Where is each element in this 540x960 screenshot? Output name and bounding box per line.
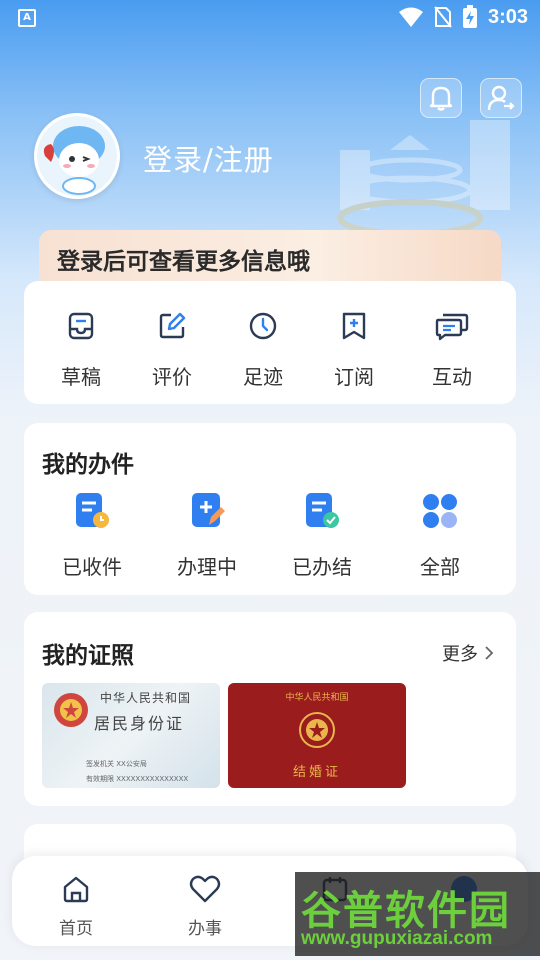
quick-action-interaction[interactable]: 互动 (412, 311, 492, 390)
task-label: 已收件 (62, 555, 122, 579)
section-title-my-tasks: 我的办件 (42, 452, 134, 478)
national-emblem-icon (54, 693, 88, 727)
task-all[interactable]: 全部 (390, 491, 490, 580)
quick-action-subscriptions[interactable]: 订阅 (314, 311, 394, 390)
task-completed[interactable]: 已办结 (272, 491, 372, 580)
battery-charging-icon (462, 5, 477, 28)
marriage-card-title: 结婚证 (292, 765, 341, 780)
site-watermark: 谷普软件园 www.gupuxiazai.com (295, 872, 540, 956)
marriage-card-country: 中华人民共和国 (285, 693, 349, 703)
task-label: 全部 (420, 555, 460, 579)
wifi-icon (398, 7, 423, 27)
login-register-link[interactable]: 登录/注册 (143, 137, 274, 179)
marriage-certificate[interactable]: 中华人民共和国 结婚证 (228, 683, 406, 788)
id-card-certificate[interactable]: 中华人民共和国 居民身份证 签发机关 XX公安局 有效期限 XXXXXXXXXX… (42, 683, 220, 788)
task-label: 办理中 (177, 555, 237, 579)
status-time: 3:03 (487, 5, 528, 28)
quick-action-drafts[interactable]: 草稿 (41, 311, 121, 390)
doc-edit-icon (192, 493, 225, 527)
my-certificates-card: 我的证照 更多 中华人民共和国 居民身份证 签发机关 XX公安局 有效期限 XX… (24, 612, 516, 806)
watermark-url: www.gupuxiazai.com (301, 928, 493, 949)
quick-action-reviews[interactable]: 评价 (132, 311, 212, 390)
chevron-right-icon (485, 646, 494, 660)
national-emblem-icon (299, 712, 335, 748)
my-tasks-card: 我的办件 已收件 办理中 已办结 全部 (24, 423, 516, 595)
more-certificates-link[interactable]: 更多 (442, 640, 494, 666)
id-card-country: 中华人民共和国 (100, 691, 192, 705)
heart-icon (189, 875, 221, 903)
user-switch-icon (487, 85, 515, 111)
quick-action-history[interactable]: 足迹 (223, 311, 303, 390)
quick-action-label: 评价 (152, 365, 192, 389)
doc-clock-icon (76, 493, 109, 528)
quick-action-label: 互动 (432, 365, 472, 389)
task-processing[interactable]: 办理中 (157, 491, 257, 580)
clock-icon (249, 312, 277, 340)
notification-button[interactable] (420, 78, 462, 118)
section-title-my-certificates: 我的证照 (42, 643, 134, 669)
edit-icon (159, 312, 186, 339)
status-bar: A 3:03 (0, 0, 540, 38)
nav-home[interactable]: 首页 (31, 874, 121, 939)
home-icon (63, 876, 89, 903)
doc-check-icon (306, 493, 339, 528)
bell-icon (429, 86, 453, 111)
switch-account-button[interactable] (480, 78, 522, 118)
app-notification-icon: A (18, 9, 36, 27)
nav-label: 首页 (59, 919, 93, 939)
bookmark-icon (342, 312, 366, 340)
id-card-validity: 有效期限 XXXXXXXXXXXXXXX (86, 775, 189, 783)
nav-label: 办事 (188, 919, 222, 939)
quick-actions-card: 草稿 评价 足迹 订阅 互动 (24, 281, 516, 404)
task-received[interactable]: 已收件 (42, 491, 142, 580)
task-label: 已办结 (292, 555, 352, 579)
id-card-title: 居民身份证 (94, 714, 185, 733)
quick-action-label: 订阅 (334, 365, 374, 389)
login-prompt-text: 登录后可查看更多信息哦 (57, 249, 310, 275)
no-sim-icon (434, 6, 452, 28)
quick-action-label: 草稿 (61, 365, 101, 389)
more-label: 更多 (442, 644, 478, 665)
quick-action-label: 足迹 (243, 365, 283, 389)
inbox-icon (68, 312, 94, 340)
chat-icon (435, 313, 469, 341)
city-skyline-decoration (337, 120, 510, 237)
mascot-avatar-icon (37, 116, 117, 196)
avatar[interactable] (34, 113, 120, 199)
id-card-issuer: 签发机关 XX公安局 (86, 760, 147, 768)
grid-icon (423, 494, 457, 528)
nav-services[interactable]: 办事 (160, 874, 250, 939)
